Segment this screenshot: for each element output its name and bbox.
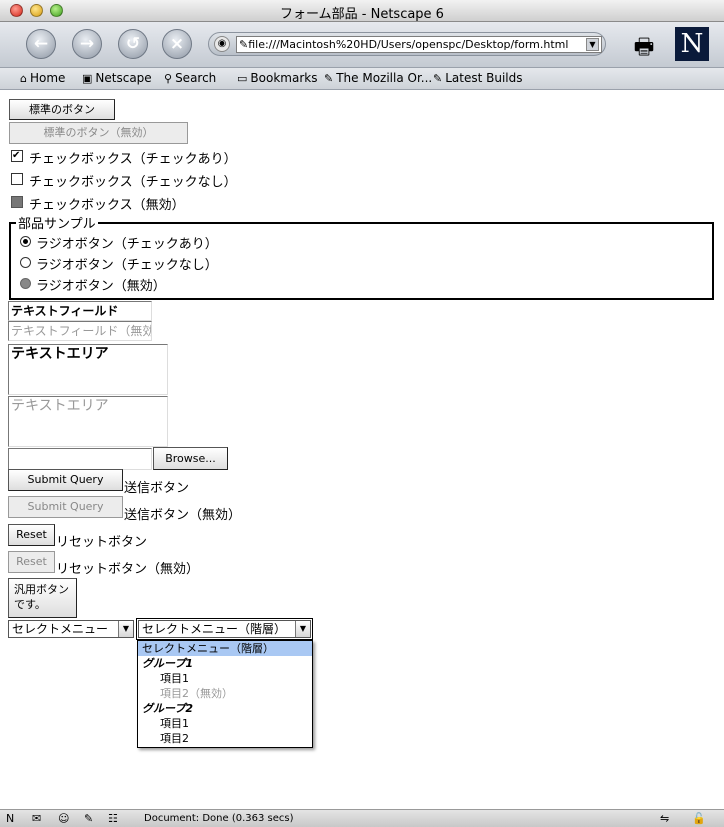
print-button[interactable]: 🖶 [624, 30, 664, 60]
navigation-toolbar: ← → ↺ × ◉ ✎file:///Macintosh%20HD/Users/… [0, 22, 724, 68]
dropdown-option-g2-item1[interactable]: 項目1 [138, 716, 312, 731]
address-book-icon[interactable]: ☷ [108, 812, 118, 825]
toolbar-mozilla-label: The Mozilla Or... [336, 71, 433, 85]
radio-disabled-label: ラジオボタン（無効） [36, 279, 166, 294]
dropdown-option-highlighted[interactable]: セレクトメニュー（階層） [138, 641, 312, 656]
reset-button-disabled[interactable]: Reset [8, 551, 55, 573]
online-status-icon[interactable]: ⇋ [660, 812, 669, 825]
site-info-icon[interactable]: ◉ [214, 36, 230, 52]
page-proxy-icon: ✎ [239, 38, 249, 51]
checkbox-unchecked-label: チェックボックス（チェックなし） [29, 175, 237, 190]
dropdown-option-g2-item2[interactable]: 項目2 [138, 731, 312, 746]
submit-caption: 送信ボタン [124, 481, 190, 496]
toolbar-mozilla-org[interactable]: ✎ The Mozilla Or... [324, 71, 432, 85]
text-area[interactable]: テキストエリア [8, 344, 168, 395]
radio-unchecked-label: ラジオボタン（チェックなし） [36, 258, 218, 273]
checkbox-checked[interactable]: ✔ [11, 150, 23, 162]
status-bar: N ✉ ☺ ✎ ☷ Document: Done (0.363 secs) ⇋ … [0, 809, 724, 827]
composer-icon[interactable]: ✎ [84, 812, 93, 825]
netscape-logo-icon[interactable]: N [675, 27, 709, 61]
page-content: 標準のボタン 標準のボタン（無効） ✔ チェックボックス（チェックあり） チェッ… [0, 91, 724, 809]
home-icon: ⌂ [20, 72, 27, 85]
toolbar-search-label: Search [175, 71, 217, 85]
submit-button[interactable]: Submit Query [8, 469, 123, 491]
browse-button[interactable]: Browse... [153, 447, 228, 470]
search-icon: ⚲ [164, 72, 173, 85]
select-menu[interactable]: セレクトメニュー ▼ [8, 620, 134, 638]
select-dropdown-list: セレクトメニュー（階層） グループ1 項目1 項目2（無効） グループ2 項目1… [137, 640, 313, 748]
toolbar-netscape-label: Netscape [95, 71, 152, 85]
status-text: Document: Done (0.363 secs) [144, 813, 294, 824]
checkbox-disabled[interactable] [11, 196, 23, 208]
navigator-icon[interactable]: N [6, 812, 14, 825]
toolbar-search[interactable]: ⚲ Search [164, 71, 216, 85]
generic-button-line2: です。 [14, 598, 46, 611]
standard-button-disabled[interactable]: 標準のボタン（無効） [9, 122, 188, 144]
instant-messenger-icon[interactable]: ☺ [58, 812, 69, 825]
dropdown-group-1: グループ1 [142, 657, 193, 670]
stop-button[interactable]: × [162, 29, 192, 59]
toolbar-bookmarks[interactable]: ▭ Bookmarks [237, 71, 317, 85]
back-button[interactable]: ← [26, 29, 56, 59]
bookmark-icon: ✎ [324, 72, 334, 85]
window-titlebar: フォーム部品 - Netscape 6 [0, 0, 724, 22]
toolbar-latest-builds[interactable]: ✎ Latest Builds [433, 71, 523, 85]
chevron-down-icon: ▼ [118, 621, 133, 637]
reset-button[interactable]: Reset [8, 524, 55, 546]
stop-icon: × [169, 34, 185, 54]
back-arrow-icon: ← [33, 34, 49, 54]
fieldset-legend: 部品サンプル [16, 213, 98, 232]
submit-button-disabled[interactable]: Submit Query [8, 496, 123, 518]
reload-icon: ↺ [125, 34, 141, 54]
url-input[interactable]: ✎file:///Macintosh%20HD/Users/openspc/De… [236, 36, 602, 53]
toolbar-bookmarks-label: Bookmarks [250, 71, 318, 85]
select-menu-hierarchy[interactable]: セレクトメニュー（階層） ▼ [136, 618, 313, 640]
radio-unchecked[interactable] [20, 257, 31, 268]
window-title: フォーム部品 - Netscape 6 [280, 7, 444, 22]
toolbar-home-label: Home [29, 71, 66, 85]
reset-caption: リセットボタン [56, 535, 148, 550]
personal-toolbar: ⌂ Home ▣ Netscape ⚲ Search ▭ Bookmarks ✎ The … [0, 68, 724, 90]
security-lock-icon[interactable]: 🔓 [692, 812, 706, 825]
toolbar-home[interactable]: ⌂ Home [20, 71, 65, 85]
generic-button[interactable]: 汎用ボタン です。 [8, 578, 77, 618]
bookmarks-folder-icon: ▭ [237, 72, 248, 85]
dropdown-option-g1-item2-disabled: 項目2（無効） [160, 687, 233, 700]
toolbar-latest-builds-label: Latest Builds [445, 71, 523, 85]
url-dropdown-button[interactable]: ▼ [586, 38, 599, 51]
generic-button-line1: 汎用ボタン [14, 583, 69, 596]
radio-checked-label: ラジオボタン（チェックあり） [36, 237, 218, 252]
select-menu-value: セレクトメニュー [12, 622, 109, 636]
printer-icon: 🖶 [633, 35, 655, 60]
url-bar: ◉ ✎file:///Macintosh%20HD/Users/openspc/… [208, 32, 606, 56]
reload-button[interactable]: ↺ [118, 29, 148, 59]
checkbox-unchecked[interactable] [11, 173, 23, 185]
forward-button[interactable]: → [72, 29, 102, 59]
chevron-down-icon: ▼ [295, 621, 310, 637]
toolbar-netscape[interactable]: ▣ Netscape [82, 71, 152, 85]
text-field-disabled[interactable]: テキストフィールド（無効） [8, 321, 152, 341]
submit-disabled-caption: 送信ボタン（無効） [124, 508, 242, 523]
bookmark-icon: ✎ [433, 72, 443, 85]
radio-disabled[interactable] [20, 278, 31, 289]
forward-arrow-icon: → [79, 34, 95, 54]
file-path-input[interactable] [8, 448, 152, 470]
radio-checked[interactable] [20, 236, 31, 247]
text-field[interactable]: テキストフィールド [8, 301, 152, 321]
my-netscape-icon: ▣ [82, 72, 93, 85]
checkbox-disabled-label: チェックボックス（無効） [29, 198, 185, 213]
dropdown-group-2: グループ2 [142, 702, 193, 715]
standard-button[interactable]: 標準のボタン [9, 99, 115, 120]
mail-icon[interactable]: ✉ [32, 812, 41, 825]
url-text: file:///Macintosh%20HD/Users/openspc/Des… [248, 38, 569, 51]
select-hier-value: セレクトメニュー（階層） [142, 622, 287, 636]
dropdown-option-g1-item1[interactable]: 項目1 [138, 671, 312, 686]
reset-disabled-caption: リセットボタン（無効） [56, 562, 200, 577]
text-area-disabled[interactable]: テキストエリア [8, 396, 168, 447]
checkbox-checked-label: チェックボックス（チェックあり） [29, 152, 237, 167]
